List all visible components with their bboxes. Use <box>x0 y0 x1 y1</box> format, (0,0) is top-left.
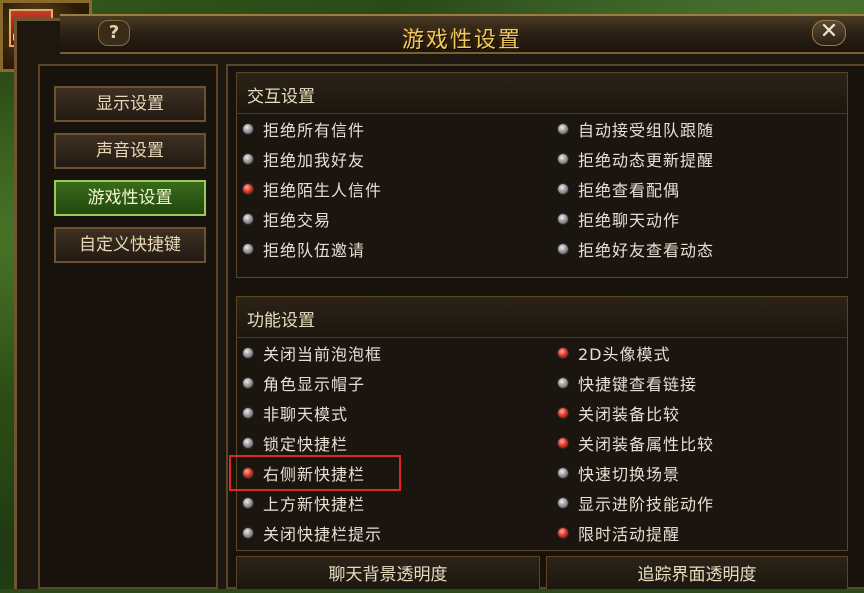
highlight-box <box>229 455 401 491</box>
option-label: 关闭装备比较 <box>578 405 681 424</box>
tracker-opacity-tab[interactable]: 追踪界面透明度 <box>546 556 848 589</box>
section-header: 功能设置 <box>237 297 847 338</box>
radio-icon[interactable] <box>242 497 254 509</box>
option-label: 非聊天模式 <box>263 405 349 424</box>
interaction-option-left-2[interactable]: 拒绝陌生人信件 <box>242 177 382 201</box>
option-label: 关闭装备属性比较 <box>578 435 715 454</box>
radio-icon[interactable] <box>242 153 254 165</box>
function-option-left-2[interactable]: 非聊天模式 <box>242 401 348 425</box>
option-label: 拒绝好友查看动态 <box>578 241 715 260</box>
function-option-right-4[interactable]: 快速切换场景 <box>557 461 680 485</box>
option-label: 上方新快捷栏 <box>263 495 366 514</box>
function-option-right-0[interactable]: 2D头像模式 <box>557 341 671 365</box>
interaction-option-right-3[interactable]: 拒绝聊天动作 <box>557 207 680 231</box>
radio-icon[interactable] <box>557 407 569 419</box>
function-option-left-3[interactable]: 锁定快捷栏 <box>242 431 348 455</box>
section-header: 交互设置 <box>237 73 847 114</box>
option-label: 显示进阶技能动作 <box>578 495 715 514</box>
interaction-option-right-0[interactable]: 自动接受组队跟随 <box>557 117 714 141</box>
function-option-right-2[interactable]: 关闭装备比较 <box>557 401 680 425</box>
title-bar: 游戏性设置 <box>60 14 864 54</box>
option-label: 角色显示帽子 <box>263 375 366 394</box>
radio-icon[interactable] <box>242 527 254 539</box>
option-label: 拒绝交易 <box>263 211 332 230</box>
radio-icon[interactable] <box>242 347 254 359</box>
option-label: 拒绝陌生人信件 <box>263 181 383 200</box>
interaction-option-left-3[interactable]: 拒绝交易 <box>242 207 331 231</box>
radio-icon[interactable] <box>242 437 254 449</box>
radio-icon[interactable] <box>557 437 569 449</box>
interaction-option-right-2[interactable]: 拒绝查看配偶 <box>557 177 680 201</box>
function-option-right-5[interactable]: 显示进阶技能动作 <box>557 491 714 515</box>
function-section-title: 功能设置 <box>247 311 315 331</box>
option-label: 拒绝聊天动作 <box>578 211 681 230</box>
radio-icon[interactable] <box>557 183 569 195</box>
radio-icon[interactable] <box>242 183 254 195</box>
function-option-left-5[interactable]: 上方新快捷栏 <box>242 491 365 515</box>
radio-icon[interactable] <box>557 243 569 255</box>
interaction-option-left-0[interactable]: 拒绝所有信件 <box>242 117 365 141</box>
radio-icon[interactable] <box>242 377 254 389</box>
option-label: 2D头像模式 <box>578 345 671 364</box>
radio-icon[interactable] <box>557 467 569 479</box>
radio-icon[interactable] <box>557 347 569 359</box>
function-option-right-3[interactable]: 关闭装备属性比较 <box>557 431 714 455</box>
option-label: 拒绝队伍邀请 <box>263 241 366 260</box>
option-label: 拒绝动态更新提醒 <box>578 151 715 170</box>
function-option-left-0[interactable]: 关闭当前泡泡框 <box>242 341 382 365</box>
interaction-option-right-1[interactable]: 拒绝动态更新提醒 <box>557 147 714 171</box>
radio-icon[interactable] <box>557 377 569 389</box>
option-label: 自动接受组队跟随 <box>578 121 715 140</box>
help-icon[interactable]: ? <box>98 20 130 46</box>
option-label: 锁定快捷栏 <box>263 435 349 454</box>
radio-icon[interactable] <box>557 153 569 165</box>
function-option-right-6[interactable]: 限时活动提醒 <box>557 521 680 545</box>
radio-icon[interactable] <box>557 123 569 135</box>
option-label: 关闭快捷栏提示 <box>263 525 383 544</box>
nav-gameplay-settings[interactable]: 游戏性设置 <box>54 180 206 216</box>
settings-sidebar: 显示设置 声音设置 游戏性设置 自定义快捷键 <box>38 64 218 589</box>
function-option-left-6[interactable]: 关闭快捷栏提示 <box>242 521 382 545</box>
nav-display-settings[interactable]: 显示设置 <box>54 86 206 122</box>
option-label: 快速切换场景 <box>578 465 681 484</box>
radio-icon[interactable] <box>242 243 254 255</box>
function-option-left-1[interactable]: 角色显示帽子 <box>242 371 365 395</box>
option-label: 拒绝所有信件 <box>263 121 366 140</box>
interaction-option-left-1[interactable]: 拒绝加我好友 <box>242 147 365 171</box>
close-icon[interactable]: ✕ <box>812 20 846 46</box>
option-label: 限时活动提醒 <box>578 525 681 544</box>
nav-sound-settings[interactable]: 声音设置 <box>54 133 206 169</box>
option-label: 关闭当前泡泡框 <box>263 345 383 364</box>
radio-icon[interactable] <box>242 213 254 225</box>
chat-bg-opacity-tab[interactable]: 聊天背景透明度 <box>236 556 540 589</box>
radio-icon[interactable] <box>242 407 254 419</box>
nav-custom-hotkeys[interactable]: 自定义快捷键 <box>54 227 206 263</box>
window-title: 游戏性设置 <box>401 28 522 53</box>
interaction-option-left-4[interactable]: 拒绝队伍邀请 <box>242 237 365 261</box>
radio-icon[interactable] <box>242 123 254 135</box>
radio-icon[interactable] <box>557 497 569 509</box>
interaction-section-title: 交互设置 <box>247 87 315 107</box>
option-label: 拒绝加我好友 <box>263 151 366 170</box>
option-label: 快捷键查看链接 <box>578 375 698 394</box>
option-label: 拒绝查看配偶 <box>578 181 681 200</box>
function-option-right-1[interactable]: 快捷键查看链接 <box>557 371 697 395</box>
radio-icon[interactable] <box>557 213 569 225</box>
radio-icon[interactable] <box>557 527 569 539</box>
interaction-option-right-4[interactable]: 拒绝好友查看动态 <box>557 237 714 261</box>
